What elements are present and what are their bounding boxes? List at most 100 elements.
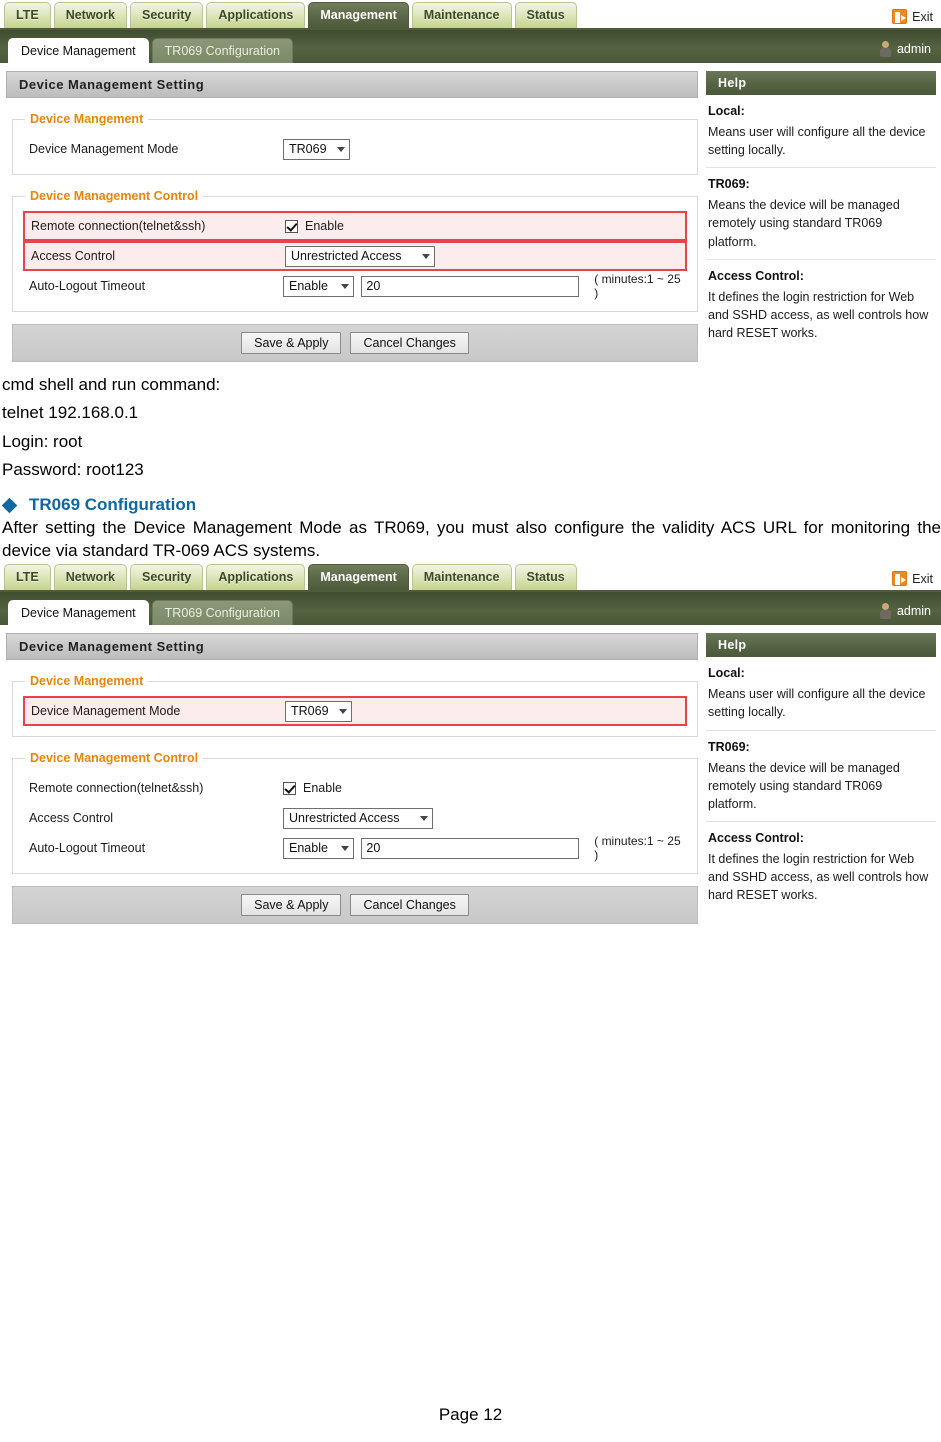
subtab-tr069-configuration[interactable]: TR069 Configuration	[151, 600, 294, 626]
group-device-management-2: Device Mangement Device Management Mode …	[12, 674, 698, 738]
subtab-tr069-configuration[interactable]: TR069 Configuration	[151, 38, 294, 63]
doc-heading-tr069-configuration: TR069 Configuration	[29, 495, 197, 515]
help-text-local: Means user will configure all the device…	[708, 687, 926, 720]
button-bar: Save & Apply Cancel Changes	[12, 324, 698, 362]
select-access-control[interactable]: Unrestricted Access	[283, 807, 433, 829]
doc-line-cmd: cmd shell and run command:	[2, 375, 221, 394]
top-nav-tab-list: LTE Network Security Applications Manage…	[4, 2, 577, 28]
help-block-tr069: TR069: Means the device will be managed …	[706, 167, 936, 258]
nav-tab-status[interactable]: Status	[514, 564, 577, 591]
help-panel: Help Local: Means user will configure al…	[706, 71, 936, 350]
nav-tab-maintenance[interactable]: Maintenance	[411, 564, 512, 591]
doc-line-telnet: telnet 192.168.0.1	[2, 403, 139, 423]
sub-nav-tab-list-2: Device Management TR069 Configuration	[8, 600, 294, 626]
save-apply-button[interactable]: Save & Apply	[241, 894, 342, 917]
nav-tab-network[interactable]: Network	[53, 2, 128, 28]
doc-line-login: Login: root	[2, 431, 83, 451]
doc-paragraph-tr069: After setting the Device Management Mode…	[2, 518, 941, 560]
page-footer: Page 12	[438, 1405, 503, 1424]
help-text-tr069: Means the device will be managed remotel…	[708, 198, 900, 249]
document-text: cmd shell and run command: telnet 192.16…	[0, 368, 941, 562]
group-device-management-control: Device Management Control Remote connect…	[12, 189, 698, 312]
exit-icon	[892, 571, 908, 587]
subtab-device-management[interactable]: Device Management	[8, 38, 149, 63]
chevron-down-icon	[336, 146, 345, 152]
page-title-2: Device Management Setting	[6, 633, 698, 661]
exit-label: Exit	[912, 571, 933, 586]
help-heading-local: Local:	[708, 666, 745, 681]
top-navigation-bar-2: LTE Network Security Applications Manage…	[0, 562, 941, 593]
select-auto-logout-enable[interactable]: Enable	[283, 275, 355, 297]
row-auto-logout-timeout: Auto-Logout Timeout Enable 20 ( minutes:…	[23, 271, 687, 301]
select-auto-logout-enable[interactable]: Enable	[283, 837, 355, 859]
select-device-management-mode-value: TR069	[291, 704, 329, 719]
group-legend-device-management-control: Device Management Control	[30, 189, 199, 203]
sub-navigation-bar-2: Device Management TR069 Configuration ad…	[0, 592, 941, 626]
nav-tab-network[interactable]: Network	[53, 564, 128, 591]
nav-tab-security[interactable]: Security	[130, 564, 204, 591]
chevron-down-icon	[338, 708, 347, 714]
top-navigation-bar: LTE Network Security Applications Manage…	[0, 0, 941, 30]
help-block-access-control: Access Control: It defines the login res…	[706, 258, 936, 350]
sub-nav-tab-list: Device Management TR069 Configuration	[8, 38, 294, 63]
help-text-access-control: It defines the login restriction for Web…	[708, 851, 929, 903]
group-legend-device-management: Device Mangement	[30, 674, 144, 689]
label-remote-connection: Remote connection(telnet&ssh)	[31, 219, 206, 233]
help-block-local: Local: Means user will configure all the…	[706, 95, 936, 167]
help-panel-title: Help	[706, 633, 936, 658]
exit-icon	[892, 9, 908, 24]
row-remote-connection: Remote connection(telnet&ssh) Enable	[23, 211, 687, 241]
select-auto-logout-enable-value: Enable	[289, 279, 328, 293]
nav-tab-status[interactable]: Status	[514, 2, 577, 28]
select-device-management-mode[interactable]: TR069	[285, 700, 352, 722]
cancel-changes-button[interactable]: Cancel Changes	[350, 894, 469, 917]
nav-tab-management[interactable]: Management	[308, 564, 409, 591]
help-text-local: Means user will configure all the device…	[708, 125, 926, 158]
nav-tab-lte[interactable]: LTE	[4, 2, 51, 28]
chevron-down-icon	[422, 253, 430, 259]
help-text-access-control: It defines the login restriction for Web…	[708, 289, 929, 340]
hint-auto-logout-timeout: ( minutes:1 ~ 25 )	[594, 834, 681, 863]
nav-tab-applications[interactable]: Applications	[206, 2, 306, 28]
help-block-local: Local: Means user will configure all the…	[706, 657, 936, 729]
row-remote-connection: Remote connection(telnet&ssh) Enable	[23, 773, 687, 803]
help-heading-access-control: Access Control:	[708, 268, 804, 283]
exit-button-2[interactable]: Exit	[892, 571, 933, 587]
current-user: admin	[879, 41, 931, 57]
group-device-management-control-2: Device Management Control Remote connect…	[12, 751, 698, 875]
help-heading-tr069: TR069:	[708, 177, 750, 192]
select-device-management-mode-value: TR069	[289, 142, 327, 156]
label-remote-connection-enable: Enable	[303, 781, 342, 796]
username-label: admin	[896, 42, 931, 56]
input-auto-logout-timeout[interactable]: 20	[361, 275, 580, 297]
nav-tab-maintenance[interactable]: Maintenance	[411, 2, 512, 28]
select-access-control-value: Unrestricted Access	[291, 249, 402, 263]
row-auto-logout-timeout: Auto-Logout Timeout Enable 20 ( minutes:…	[23, 833, 687, 863]
exit-button[interactable]: Exit	[892, 9, 933, 24]
doc-line-password: Password: root123	[2, 460, 144, 480]
save-apply-button[interactable]: Save & Apply	[241, 332, 342, 354]
input-auto-logout-timeout[interactable]: 20	[361, 837, 580, 859]
user-icon	[879, 603, 891, 620]
nav-tab-lte[interactable]: LTE	[4, 564, 51, 591]
checkbox-remote-connection[interactable]	[283, 781, 296, 795]
row-access-control: Access Control Unrestricted Access	[23, 241, 687, 271]
select-device-management-mode[interactable]: TR069	[283, 138, 350, 160]
help-heading-tr069: TR069:	[708, 739, 750, 754]
chevron-down-icon	[341, 845, 350, 851]
nav-tab-management[interactable]: Management	[308, 2, 409, 28]
nav-tab-applications[interactable]: Applications	[206, 564, 306, 591]
nav-tab-security[interactable]: Security	[130, 2, 204, 28]
label-remote-connection-enable: Enable	[305, 219, 344, 233]
chevron-down-icon	[420, 815, 428, 821]
help-panel-title: Help	[706, 71, 936, 95]
button-bar-2: Save & Apply Cancel Changes	[12, 886, 698, 925]
cancel-changes-button[interactable]: Cancel Changes	[350, 332, 469, 354]
select-access-control[interactable]: Unrestricted Access	[285, 245, 435, 267]
row-device-management-mode-highlighted: Device Management Mode TR069	[23, 696, 687, 727]
help-panel-2: Help Local: Means user will configure al…	[706, 633, 936, 912]
checkbox-remote-connection[interactable]	[285, 219, 298, 233]
subtab-device-management[interactable]: Device Management	[8, 600, 149, 626]
select-auto-logout-enable-value: Enable	[289, 841, 328, 856]
screenshot-device-management-1: LTE Network Security Applications Manage…	[0, 0, 941, 368]
